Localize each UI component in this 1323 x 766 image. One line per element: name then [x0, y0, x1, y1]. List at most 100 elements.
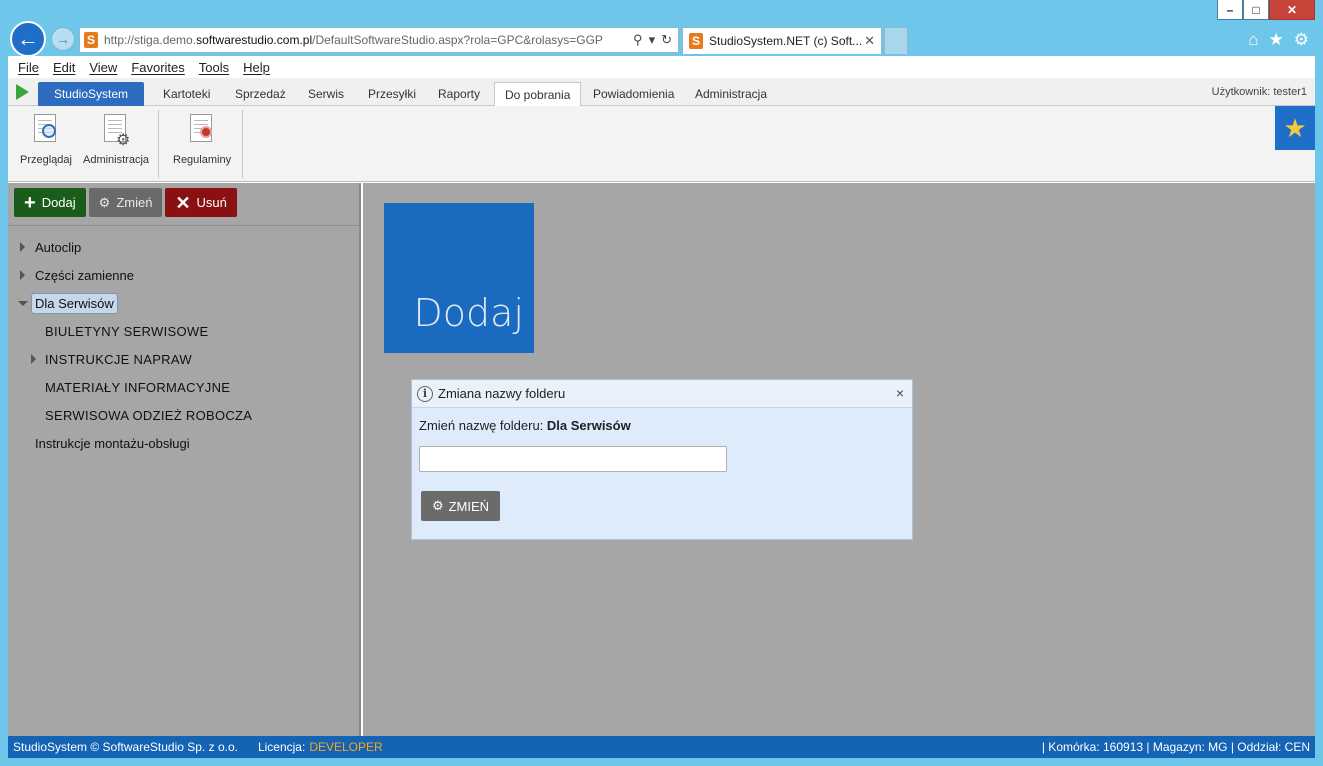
- tab-favicon-icon: S: [689, 33, 703, 49]
- tab-close-icon[interactable]: ✕: [864, 33, 875, 49]
- settings-gear-icon[interactable]: ⚙: [1294, 30, 1309, 50]
- license-value: DEVELOPER: [309, 740, 383, 754]
- add-tile[interactable]: Dodaj: [384, 203, 534, 353]
- expand-caret-icon[interactable]: [20, 242, 25, 252]
- tab-do-pobrania[interactable]: Do pobrania: [494, 82, 582, 107]
- tree-item[interactable]: SERWISOWA ODZIEŻ ROBOCZA: [8, 401, 359, 429]
- menu-edit[interactable]: Edit: [53, 60, 75, 75]
- copyright-text: StudioSystem © SoftwareStudio Sp. z o.o.: [13, 740, 238, 754]
- ribbon-regulations-label: Regulaminy: [173, 154, 232, 166]
- delete-button-label: Usuń: [196, 195, 227, 210]
- tree-item-label[interactable]: Dla Serwisów: [31, 292, 118, 314]
- menu-tools[interactable]: Tools: [199, 60, 229, 75]
- new-tab-button[interactable]: [884, 27, 908, 54]
- folder-name-input[interactable]: [419, 446, 727, 472]
- license-label: Licencja:: [257, 740, 306, 754]
- folder-tree-pane: + Dodaj ⚙ Zmień ✕ Usuń Autoclip Części zami…: [8, 183, 361, 736]
- tree-item[interactable]: INSTRUKCJE NAPRAW: [8, 345, 359, 373]
- ribbon-browse-button[interactable]: Przeglądaj: [20, 112, 72, 166]
- ribbon-admin-button[interactable]: ⚙ Administracja: [83, 112, 149, 166]
- url-text[interactable]: http://stiga.demo.softwarestudio.com.pl/…: [104, 33, 633, 47]
- star-icon: ★: [1283, 112, 1307, 143]
- expand-caret-icon[interactable]: [31, 354, 36, 364]
- divider: [8, 225, 359, 226]
- dialog-header: i Zmiana nazwy folderu ×: [412, 380, 912, 408]
- tab-kartoteki[interactable]: Kartoteki: [153, 82, 220, 106]
- forward-arrow-icon: →: [56, 31, 70, 47]
- tab-studiosystem[interactable]: StudioSystem: [38, 82, 144, 106]
- back-arrow-icon: ←: [17, 26, 39, 51]
- tree-item[interactable]: Autoclip: [8, 233, 359, 261]
- folder-tree: Autoclip Części zamienne Dla Serwisów BI…: [8, 233, 359, 457]
- minimize-button[interactable]: –: [1217, 0, 1243, 20]
- ribbon-regulations-button[interactable]: Regulaminy: [173, 112, 231, 166]
- tab-raporty[interactable]: Raporty: [428, 82, 490, 106]
- close-icon[interactable]: ×: [896, 385, 904, 401]
- dialog-body: Zmień nazwę folderu: Dla Serwisów ⚙ ZMIE…: [412, 408, 912, 531]
- tree-item-label[interactable]: INSTRUKCJE NAPRAW: [45, 352, 192, 367]
- home-icon[interactable]: ⌂: [1248, 30, 1258, 50]
- menu-favorites[interactable]: Favorites: [131, 60, 184, 75]
- tree-item[interactable]: MATERIAŁY INFORMACYJNE: [8, 373, 359, 401]
- refresh-icon[interactable]: ↻: [661, 32, 672, 48]
- tree-item[interactable]: BIULETYNY SERWISOWE: [8, 317, 359, 345]
- app-frame: StudioSystem Kartoteki Sprzedaż Serwis P…: [8, 78, 1315, 758]
- ribbon-browse-label: Przeglądaj: [20, 154, 72, 166]
- add-button[interactable]: + Dodaj: [14, 188, 86, 217]
- close-window-button[interactable]: ✕: [1269, 0, 1315, 20]
- status-details: | Komórka: 160913 | Magazyn: MG | Oddzia…: [1041, 740, 1310, 754]
- forward-button[interactable]: →: [51, 27, 75, 51]
- search-icon[interactable]: ⚲: [633, 32, 643, 48]
- url-domain: softwarestudio.com.pl: [196, 33, 313, 47]
- maximize-button[interactable]: □: [1243, 0, 1269, 20]
- back-button[interactable]: ←: [10, 21, 46, 57]
- menu-view[interactable]: View: [89, 60, 117, 75]
- menu-help[interactable]: Help: [243, 60, 270, 75]
- tree-item-label[interactable]: Autoclip: [35, 240, 81, 255]
- tree-item-label[interactable]: Instrukcje montażu-obsługi: [35, 436, 190, 451]
- dropdown-icon[interactable]: ▾: [649, 32, 656, 48]
- tab-sprzedaz[interactable]: Sprzedaż: [225, 82, 296, 106]
- favorites-star-button[interactable]: ★: [1275, 106, 1315, 150]
- play-icon[interactable]: [16, 84, 29, 100]
- tab-serwis[interactable]: Serwis: [298, 82, 354, 106]
- menu-file[interactable]: File: [18, 60, 39, 75]
- tab-title: StudioSystem.NET (c) Soft...: [709, 34, 863, 48]
- main-nav: StudioSystem Kartoteki Sprzedaż Serwis P…: [8, 78, 1315, 107]
- admin-gear-document-icon: ⚙: [100, 112, 132, 149]
- url-suffix: /DefaultSoftwareStudio.aspx?rola=GPC&rol…: [312, 33, 603, 47]
- current-user: Użytkownik: tester1: [1211, 86, 1307, 98]
- content-pane: Dodaj i Zmiana nazwy folderu × Zmień naz…: [363, 183, 1315, 736]
- window-controls: – □ ✕: [1217, 0, 1315, 20]
- tree-item[interactable]: Części zamienne: [8, 261, 359, 289]
- ribbon-separator: [158, 110, 159, 178]
- tree-item[interactable]: Instrukcje montażu-obsługi: [8, 429, 359, 457]
- ribbon-separator: [242, 110, 243, 178]
- browser-tab[interactable]: S StudioSystem.NET (c) Soft... ✕: [682, 27, 882, 54]
- site-favicon-icon: S: [84, 32, 98, 48]
- favorites-star-icon[interactable]: ★: [1269, 30, 1284, 50]
- tree-item-label[interactable]: BIULETYNY SERWISOWE: [45, 324, 208, 339]
- tree-item-label[interactable]: SERWISOWA ODZIEŻ ROBOCZA: [45, 408, 252, 423]
- collapse-caret-icon[interactable]: [18, 300, 28, 306]
- dialog-message: Zmień nazwę folderu: Dla Serwisów: [419, 418, 905, 433]
- expand-caret-icon[interactable]: [20, 270, 25, 280]
- tab-administracja[interactable]: Administracja: [685, 82, 777, 106]
- status-bar: StudioSystem © SoftwareStudio Sp. z o.o.…: [8, 736, 1315, 758]
- edit-button[interactable]: ⚙ Zmień: [88, 188, 163, 217]
- tree-item-selected[interactable]: Dla Serwisów: [8, 289, 359, 317]
- tree-item-label[interactable]: MATERIAŁY INFORMACYJNE: [45, 380, 230, 395]
- add-button-label: Dodaj: [41, 195, 76, 210]
- browse-magnifier-icon: [30, 112, 62, 148]
- tab-powiadomienia[interactable]: Powiadomienia: [583, 82, 684, 106]
- gear-icon: ⚙: [431, 498, 444, 513]
- dialog-message-prefix: Zmień nazwę folderu:: [419, 418, 544, 433]
- tree-item-label[interactable]: Części zamienne: [35, 268, 134, 283]
- tab-przesylki[interactable]: Przesyłki: [358, 82, 426, 106]
- rename-button[interactable]: ⚙ ZMIEŃ: [421, 491, 500, 521]
- rename-button-label: ZMIEŃ: [448, 498, 490, 514]
- address-bar[interactable]: S http://stiga.demo.softwarestudio.com.p…: [79, 27, 679, 53]
- browser-menubar: File Edit View Favorites Tools Help: [8, 56, 1315, 78]
- delete-button[interactable]: ✕ Usuń: [165, 188, 237, 217]
- dialog-title: Zmiana nazwy folderu: [438, 386, 566, 401]
